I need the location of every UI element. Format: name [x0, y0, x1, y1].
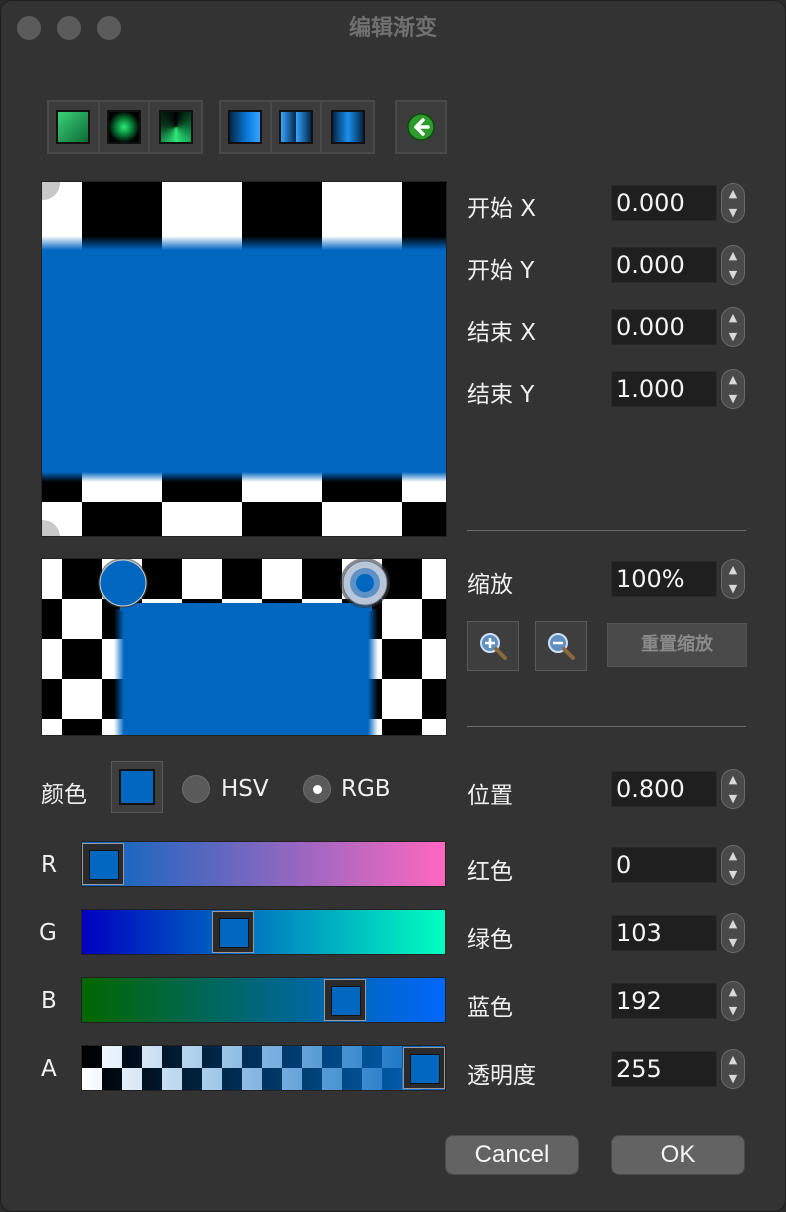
a-channel-letter: A	[41, 1056, 57, 1082]
stop-handles	[98, 559, 390, 608]
blue-label: 蓝色	[467, 995, 513, 1021]
radial-green-icon	[107, 110, 142, 144]
position-label: 位置	[467, 783, 513, 809]
color-swatch-button[interactable]	[111, 761, 163, 813]
zoom-in-button[interactable]	[467, 621, 519, 671]
conical-green-icon	[158, 110, 193, 144]
position-stepper[interactable]: ▲ ▼	[721, 769, 745, 809]
green-stepper[interactable]: ▲ ▼	[721, 913, 745, 953]
alpha-slider-track	[82, 1046, 445, 1090]
reflect-blue-icon	[279, 110, 314, 144]
hsv-label: HSV	[221, 776, 269, 802]
rgb-label: RGB	[341, 776, 391, 802]
hsv-radio[interactable]	[182, 775, 210, 803]
blue-slider-thumb[interactable]	[324, 979, 366, 1021]
alpha-slider-thumb[interactable]	[403, 1047, 445, 1089]
linear-gradient-button[interactable]	[49, 102, 100, 152]
radial-gradient-button[interactable]	[100, 102, 151, 152]
b-channel-letter: B	[41, 988, 57, 1014]
start-x-field[interactable]: 0.000	[611, 185, 717, 221]
blue-slider[interactable]	[81, 977, 446, 1023]
alpha-field[interactable]: 255	[611, 1051, 717, 1087]
blue-stepper[interactable]: ▲ ▼	[721, 981, 745, 1021]
window-title: 编辑渐变	[348, 16, 437, 41]
start-y-stepper[interactable]: ▲ ▼	[721, 245, 745, 285]
start-x-stepper[interactable]: ▲ ▼	[721, 183, 745, 223]
green-field[interactable]: 103	[611, 915, 717, 951]
zoom-stepper[interactable]: ▲ ▼	[721, 559, 745, 599]
end-y-field[interactable]: 1.000	[611, 371, 717, 407]
green-slider[interactable]	[81, 909, 446, 955]
color-label: 颜色	[41, 782, 87, 808]
gradient-preview-canvas	[42, 182, 446, 536]
back-button[interactable]	[397, 102, 445, 152]
color-swatch-fill	[119, 769, 155, 805]
divider-bottom	[467, 726, 746, 727]
green-slider-thumb[interactable]	[212, 911, 254, 953]
green-label: 绿色	[467, 927, 513, 953]
pad-spread-button[interactable]	[221, 102, 272, 152]
zoom-label: 缩放	[467, 572, 513, 598]
red-slider-thumb[interactable]	[82, 843, 124, 885]
start-y-label: 开始 Y	[467, 258, 535, 284]
start-x-label: 开始 X	[467, 196, 537, 222]
end-x-field[interactable]: 0.000	[611, 309, 717, 345]
start-y-field[interactable]: 0.000	[611, 247, 717, 283]
g-channel-letter: G	[39, 920, 57, 946]
end-x-label: 结束 X	[467, 320, 537, 346]
spread-mode-group	[219, 100, 375, 154]
end-y-label: 结束 Y	[467, 382, 535, 408]
edit-gradient-dialog: 编辑渐变 开始 X 0.000 ▲ ▼ 开始 Y 0.000 ▲ ▼ 结束 X …	[0, 0, 786, 1212]
alpha-stepper[interactable]: ▲ ▼	[721, 1049, 745, 1089]
back-group	[395, 100, 447, 154]
title-bar: 编辑渐变	[1, 1, 785, 57]
repeat-spread-button[interactable]	[322, 102, 373, 152]
stop-handle-start[interactable]	[98, 559, 148, 608]
linear-green-icon	[56, 110, 91, 144]
reset-zoom-button[interactable]: 重置缩放	[607, 623, 747, 667]
red-slider[interactable]	[81, 841, 446, 887]
zoom-out-icon	[548, 633, 575, 660]
back-arrow-icon	[407, 113, 435, 141]
rgb-radio[interactable]	[303, 775, 331, 803]
end-x-stepper[interactable]: ▲ ▼	[721, 307, 745, 347]
gradient-type-group	[47, 100, 203, 154]
pad-blue-icon	[228, 110, 263, 144]
gradient-stops-editor[interactable]	[41, 558, 447, 736]
alpha-label: 透明度	[467, 1063, 536, 1089]
divider-top	[467, 530, 746, 531]
conical-gradient-button[interactable]	[150, 102, 201, 152]
repeat-blue-icon	[330, 110, 365, 144]
alpha-slider[interactable]	[81, 1045, 446, 1091]
zoom-field[interactable]: 100%	[611, 561, 717, 597]
zoom-in-icon	[480, 633, 507, 660]
r-channel-letter: R	[41, 852, 57, 878]
position-field[interactable]: 0.800	[611, 771, 717, 807]
blue-field[interactable]: 192	[611, 983, 717, 1019]
red-label: 红色	[467, 859, 513, 885]
reflect-spread-button[interactable]	[272, 102, 323, 152]
red-field[interactable]: 0	[611, 847, 717, 883]
gradient-preview[interactable]	[41, 181, 447, 537]
end-y-stepper[interactable]: ▲ ▼	[721, 369, 745, 409]
cancel-button[interactable]: Cancel	[445, 1135, 579, 1175]
zoom-out-button[interactable]	[535, 621, 587, 671]
ok-button[interactable]: OK	[611, 1135, 745, 1175]
red-stepper[interactable]: ▲ ▼	[721, 845, 745, 885]
stop-handle-selected[interactable]	[340, 559, 390, 608]
